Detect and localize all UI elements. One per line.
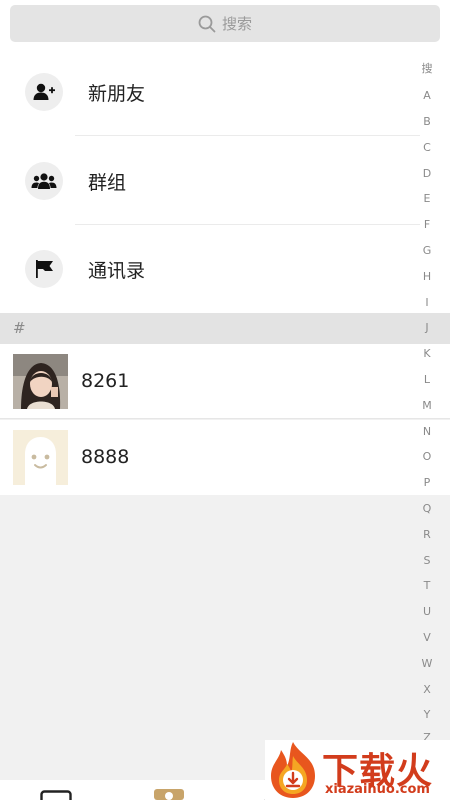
index-letter-m[interactable]: M: [412, 399, 442, 412]
index-letter-i[interactable]: I: [412, 296, 442, 309]
index-letter-b[interactable]: B: [412, 115, 442, 128]
menu-label-address-book: 通讯录: [88, 260, 146, 282]
watermark: 下载火 xiazaihuo.com: [265, 740, 450, 800]
contact-row[interactable]: 8261: [0, 344, 450, 419]
index-letter-search[interactable]: 搜: [412, 60, 442, 76]
index-letter-s[interactable]: S: [412, 554, 442, 567]
index-letter-t[interactable]: T: [412, 579, 442, 592]
index-letter-h[interactable]: H: [412, 270, 442, 283]
menu-label-new-friends: 新朋友: [88, 83, 146, 105]
menu-item-groups[interactable]: 群组: [0, 137, 450, 225]
index-letter-z[interactable]: Z: [412, 731, 442, 740]
menu-label-groups: 群组: [88, 172, 127, 194]
contact-name: 8261: [81, 370, 130, 392]
index-letter-v[interactable]: V: [412, 631, 442, 644]
index-letter-g[interactable]: G: [412, 244, 442, 257]
index-letter-w[interactable]: W: [412, 657, 442, 670]
contact-row[interactable]: 8888: [0, 420, 450, 495]
index-letter-d[interactable]: D: [412, 167, 442, 180]
contact-name: 8888: [81, 446, 130, 468]
index-letter-x[interactable]: X: [412, 683, 442, 696]
index-letter-o[interactable]: O: [412, 450, 442, 463]
tab-contacts-icon[interactable]: [154, 789, 184, 800]
index-letter-e[interactable]: E: [412, 192, 442, 205]
default-ghost-avatar: [13, 430, 68, 485]
group-icon: [25, 162, 63, 200]
watermark-subtitle: xiazaihuo.com: [325, 782, 430, 797]
divider: [75, 135, 420, 136]
search-icon: [198, 15, 216, 32]
photo-avatar: [13, 354, 68, 409]
search-placeholder: 搜索: [221, 15, 252, 33]
index-letter-r[interactable]: R: [412, 528, 442, 541]
index-letter-y[interactable]: Y: [412, 708, 442, 721]
add-user-icon: [25, 73, 63, 111]
index-letter-c[interactable]: C: [412, 141, 442, 154]
section-header-label: #: [13, 319, 26, 337]
alphabet-index-bar[interactable]: 搜 A B C D E F G H I J K L M N O P Q R S …: [412, 60, 442, 740]
index-letter-n[interactable]: N: [412, 425, 442, 438]
tab-chat-icon[interactable]: [40, 790, 72, 800]
search-area: 搜索: [0, 0, 450, 48]
index-letter-f[interactable]: F: [412, 218, 442, 231]
index-letter-p[interactable]: P: [412, 476, 442, 489]
index-letter-l[interactable]: L: [412, 373, 442, 386]
contact-menu: 新朋友 群组 通讯录: [0, 48, 450, 313]
index-letter-q[interactable]: Q: [412, 502, 442, 515]
index-letter-j[interactable]: J: [412, 321, 442, 334]
index-letter-a[interactable]: A: [412, 89, 442, 102]
menu-item-address-book[interactable]: 通讯录: [0, 225, 450, 313]
divider: [0, 418, 450, 419]
flame-logo-icon: [271, 742, 315, 798]
index-letter-k[interactable]: K: [412, 347, 442, 360]
index-letter-u[interactable]: U: [412, 605, 442, 618]
search-input[interactable]: 搜索: [10, 5, 440, 42]
section-header: #: [0, 313, 450, 344]
menu-item-new-friends[interactable]: 新朋友: [0, 48, 450, 136]
flag-icon: [25, 250, 63, 288]
